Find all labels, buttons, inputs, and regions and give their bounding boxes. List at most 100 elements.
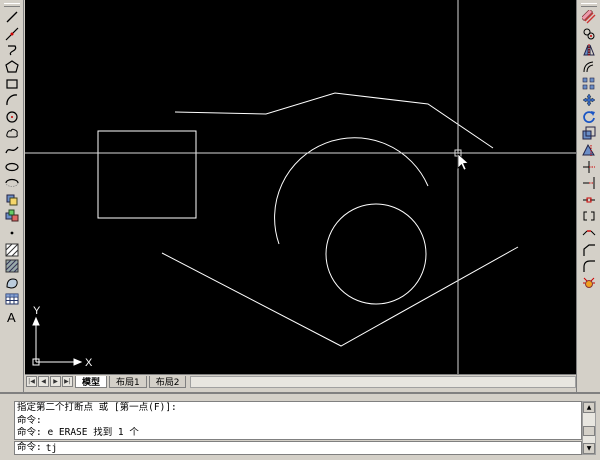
circle-icon <box>5 110 19 124</box>
drawing-geometry: Y X <box>25 0 576 374</box>
copy-icon <box>582 27 596 41</box>
move-icon <box>582 93 596 107</box>
first-tab-button[interactable]: |◀ <box>26 376 37 387</box>
command-history: 指定第二个打断点 或 [第一点(F)]: 命令: 命令: e ERASE 找到 … <box>14 401 582 440</box>
next-tab-button[interactable]: ▶ <box>50 376 61 387</box>
scroll-down-button[interactable]: ▼ <box>583 443 595 454</box>
previous-tab-button[interactable]: ◀ <box>38 376 49 387</box>
ucs-x-label: X <box>85 357 93 369</box>
make-block-icon <box>5 209 19 223</box>
command-line: 命令: <box>14 441 582 455</box>
copy-button[interactable] <box>580 26 598 43</box>
rotate-button[interactable] <box>580 109 598 126</box>
point-button[interactable] <box>3 225 21 242</box>
command-history-line: 命令: <box>17 414 42 426</box>
region-button[interactable] <box>3 275 21 292</box>
mirror-button[interactable] <box>580 42 598 59</box>
explode-button[interactable] <box>580 275 598 292</box>
fillet-icon <box>582 259 596 273</box>
point-icon <box>5 226 19 240</box>
line-button[interactable] <box>3 9 21 26</box>
fillet-button[interactable] <box>580 258 598 275</box>
command-input[interactable] <box>41 442 242 454</box>
polygon-button[interactable] <box>3 59 21 76</box>
join-icon <box>582 226 596 240</box>
rectangle-entity[interactable] <box>97 130 197 219</box>
scroll-up-button[interactable]: ▲ <box>583 402 595 413</box>
tab-model[interactable]: 模型 <box>75 375 108 388</box>
polyline-button[interactable] <box>3 42 21 59</box>
table-icon <box>5 292 19 306</box>
construction-line-icon <box>5 27 19 41</box>
command-history-line: 指定第二个打断点 或 [第一点(F)]: <box>17 402 177 413</box>
arc-icon <box>5 93 19 107</box>
circle-button[interactable] <box>3 109 21 126</box>
polygon-icon <box>4 60 19 74</box>
vline-entity[interactable] <box>161 246 519 347</box>
scroll-thumb[interactable] <box>583 426 595 436</box>
toolbar-grip[interactable] <box>3 3 20 7</box>
stretch-icon <box>581 143 596 157</box>
offset-button[interactable] <box>580 59 598 76</box>
tab-layout1[interactable]: 布局1 <box>109 375 147 388</box>
trim-button[interactable] <box>580 158 598 175</box>
rotate-icon <box>582 110 596 124</box>
erase-button[interactable] <box>580 9 598 26</box>
scale-icon <box>582 126 596 140</box>
break-button[interactable] <box>580 208 598 225</box>
extend-button[interactable] <box>580 175 598 192</box>
make-block-button[interactable] <box>3 208 21 225</box>
spline-icon <box>4 143 19 157</box>
hatch-button[interactable] <box>3 241 21 258</box>
break-at-point-icon <box>582 193 596 207</box>
rectangle-button[interactable] <box>3 75 21 92</box>
break-at-point-button[interactable] <box>580 192 598 209</box>
move-button[interactable] <box>580 92 598 109</box>
explode-icon <box>582 276 596 290</box>
ellipse-arc-button[interactable] <box>3 175 21 192</box>
region-icon <box>5 276 19 290</box>
command-history-line: 命令: e ERASE 找到 1 个 <box>17 427 139 438</box>
horizontal-scrollbar[interactable] <box>190 375 576 388</box>
chamfer-button[interactable] <box>580 241 598 258</box>
hatch-icon <box>5 243 19 257</box>
modify-toolbar <box>576 0 600 392</box>
join-button[interactable] <box>580 225 598 242</box>
ellipse-icon <box>4 160 19 174</box>
arc-button[interactable] <box>3 92 21 109</box>
ellipse-button[interactable] <box>3 158 21 175</box>
drawing-canvas[interactable]: Y X <box>25 0 576 374</box>
command-prompt: 命令: <box>17 442 42 453</box>
polyline-icon <box>5 43 19 57</box>
ucs-y-label: Y <box>33 305 41 317</box>
tab-layout2[interactable]: 布局2 <box>148 375 187 388</box>
circle-entity[interactable] <box>325 203 427 305</box>
gradient-icon <box>5 259 19 273</box>
polyline-entity[interactable] <box>174 92 494 149</box>
revision-cloud-icon <box>5 126 19 140</box>
chamfer-icon <box>582 243 596 257</box>
layout-tab-bar: |◀ ◀ ▶ ▶| 模型 布局1 布局2 <box>25 374 576 388</box>
table-button[interactable] <box>3 291 21 308</box>
arc-entity[interactable] <box>274 137 429 245</box>
insert-block-button[interactable] <box>3 192 21 209</box>
revision-cloud-button[interactable] <box>3 125 21 142</box>
toolbar-grip[interactable] <box>580 3 597 7</box>
line-icon <box>5 10 19 24</box>
break-icon <box>582 209 596 223</box>
multiline-text-button[interactable]: A <box>3 308 21 325</box>
spline-button[interactable] <box>3 142 21 159</box>
mirror-icon <box>582 43 596 57</box>
stretch-button[interactable] <box>580 142 598 159</box>
ellipse-arc-icon <box>4 176 19 190</box>
construction-line-button[interactable] <box>3 26 21 43</box>
array-button[interactable] <box>580 75 598 92</box>
ucs-icon <box>32 316 83 366</box>
arrow-pointer-icon <box>457 153 469 171</box>
rectangle-icon <box>5 77 19 91</box>
multiline-text-icon: A <box>5 309 19 323</box>
gradient-button[interactable] <box>3 258 21 275</box>
last-tab-button[interactable]: ▶| <box>62 376 73 387</box>
scale-button[interactable] <box>580 125 598 142</box>
command-scrollbar[interactable]: ▲ ▼ <box>582 401 596 455</box>
